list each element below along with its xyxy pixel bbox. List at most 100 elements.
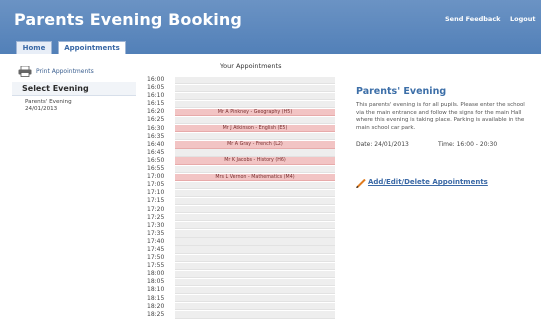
select-evening-heading: Select Evening	[12, 82, 136, 96]
tab-home[interactable]: Home	[16, 41, 52, 54]
slot-time: 16:15	[147, 100, 165, 108]
time-slot-row: 17:40	[145, 238, 341, 246]
app-title: Parents Evening Booking	[14, 10, 242, 29]
slot-time: 17:10	[147, 189, 165, 197]
appointment-label: Mr K Jacobs - History (H6)	[224, 158, 286, 164]
evening-description: This parents' evening is for all pupils.…	[356, 102, 525, 131]
printer-icon	[18, 66, 32, 77]
time-slot-row: 17:30	[145, 222, 341, 230]
slot-time: 17:55	[147, 262, 165, 270]
time-slot-row: 17:20	[145, 206, 341, 214]
pencil-icon	[356, 179, 366, 188]
time-slot-row: 16:50 Mr K Jacobs - History (H6)	[145, 157, 341, 165]
booked-appointment[interactable]: Mr K Jacobs - History (H6)	[175, 157, 335, 165]
time-slot-row: 17:50	[145, 254, 341, 262]
evening-date-text: Date: 24/01/2013	[356, 141, 409, 148]
manage-appointments-link[interactable]: Add/Edit/Delete Appointments	[356, 178, 506, 188]
time-slot-row: 18:00	[145, 270, 341, 279]
slot-time: 16:30	[147, 124, 165, 132]
slot-time: 18:25	[147, 310, 165, 318]
booked-appointment[interactable]: Mr A Pinkney - Geography (H5)	[175, 108, 335, 117]
empty-slot	[175, 295, 335, 303]
time-slot-row: 17:00 Mrs L Vernon - Mathematics (M4)	[145, 173, 341, 181]
empty-slot	[175, 133, 335, 141]
slot-time: 18:15	[147, 294, 165, 302]
empty-slot	[175, 270, 335, 279]
appointment-label: Mr A Gray - French (L2)	[227, 142, 283, 148]
slot-time: 18:10	[147, 286, 165, 294]
appointment-label: Mrs L Vernon - Mathematics (M4)	[215, 174, 295, 180]
time-slot-row: 18:05	[145, 278, 341, 287]
empty-slot	[175, 76, 335, 84]
slot-time: 18:20	[147, 302, 165, 310]
empty-slot	[175, 286, 335, 295]
slot-time: 16:35	[147, 132, 165, 140]
empty-slot	[175, 230, 335, 238]
slot-time: 17:50	[147, 254, 165, 262]
slot-time: 16:25	[147, 116, 165, 124]
slot-time: 16:45	[147, 148, 165, 156]
send-feedback-link[interactable]: Send Feedback	[445, 15, 501, 23]
appointment-label: Mr A Pinkney - Geography (H5)	[217, 109, 293, 115]
slot-time: 17:35	[147, 229, 165, 237]
appointments-title: Your Appointments	[220, 62, 282, 70]
empty-slot	[175, 238, 335, 246]
slot-time: 17:45	[147, 245, 165, 253]
empty-slot	[175, 149, 335, 157]
time-slot-row: 16:35	[145, 133, 341, 141]
time-slot-row: 18:25	[145, 311, 341, 319]
time-slot-row: 16:10	[145, 92, 341, 100]
slot-time: 16:00	[147, 76, 165, 83]
booked-appointment[interactable]: Mr A Gray - French (L2)	[175, 141, 335, 149]
evening-item[interactable]: Parents' Evening 24/01/2013	[25, 99, 135, 113]
slot-time: 17:20	[147, 205, 165, 213]
slot-time: 17:30	[147, 221, 165, 229]
empty-slot	[175, 214, 335, 222]
tab-appointments[interactable]: Appointments	[58, 41, 126, 54]
slot-time: 17:00	[147, 173, 165, 181]
slot-time: 17:25	[147, 213, 165, 221]
time-slot-row: 16:20 Mr A Pinkney - Geography (H5)	[145, 108, 341, 117]
time-slot-row: 17:35	[145, 230, 341, 238]
empty-slot	[175, 262, 335, 270]
slot-time: 17:05	[147, 181, 165, 189]
slot-time: 16:10	[147, 92, 165, 100]
time-slot-row: 16:55	[145, 165, 341, 173]
time-slot-row: 16:05	[145, 84, 341, 92]
slot-time: 18:00	[147, 270, 165, 278]
slot-time: 16:50	[147, 156, 165, 164]
slot-time: 16:05	[147, 84, 165, 92]
time-slot-row: 17:25	[145, 214, 341, 222]
evening-date: 24/01/2013	[25, 106, 58, 112]
appointment-label: Mr J Atkinson - English (E5)	[222, 126, 288, 132]
time-slot-row: 17:15	[145, 197, 341, 206]
appointment-schedule: 16:00 16:05 16:10 16:15 16:20 Mr A Pinkney - …	[145, 76, 341, 319]
time-slot-row: 16:25	[145, 116, 341, 125]
empty-slot	[175, 189, 335, 198]
logout-link[interactable]: Logout	[510, 15, 535, 23]
slot-time: 16:20	[147, 108, 165, 116]
print-appointments-link[interactable]: Print Appointments	[18, 66, 136, 78]
empty-slot	[175, 165, 335, 173]
evening-title: Parents' Evening	[356, 86, 447, 97]
evening-time-text: Time: 16:00 - 20:30	[438, 141, 498, 148]
empty-slot	[175, 197, 335, 206]
print-appointments-label: Print Appointments	[36, 68, 94, 75]
empty-slot	[175, 100, 335, 109]
empty-slot	[175, 92, 335, 100]
empty-slot	[175, 206, 335, 214]
time-slot-row: 17:55	[145, 262, 341, 270]
time-slot-row: 18:10	[145, 286, 341, 295]
empty-slot	[175, 311, 335, 319]
empty-slot	[175, 116, 335, 125]
time-slot-row: 16:40 Mr A Gray - French (L2)	[145, 141, 341, 149]
booked-appointment[interactable]: Mrs L Vernon - Mathematics (M4)	[175, 173, 335, 181]
time-slot-row: 16:45	[145, 149, 341, 157]
time-slot-row: 18:15	[145, 295, 341, 303]
evening-name: Parents' Evening	[25, 99, 72, 105]
time-slot-row: 16:30 Mr J Atkinson - English (E5)	[145, 125, 341, 133]
empty-slot	[175, 246, 335, 254]
time-slot-row: 16:00	[145, 76, 341, 84]
manage-appointments-label: Add/Edit/Delete Appointments	[368, 178, 488, 186]
booked-appointment[interactable]: Mr J Atkinson - English (E5)	[175, 125, 335, 133]
